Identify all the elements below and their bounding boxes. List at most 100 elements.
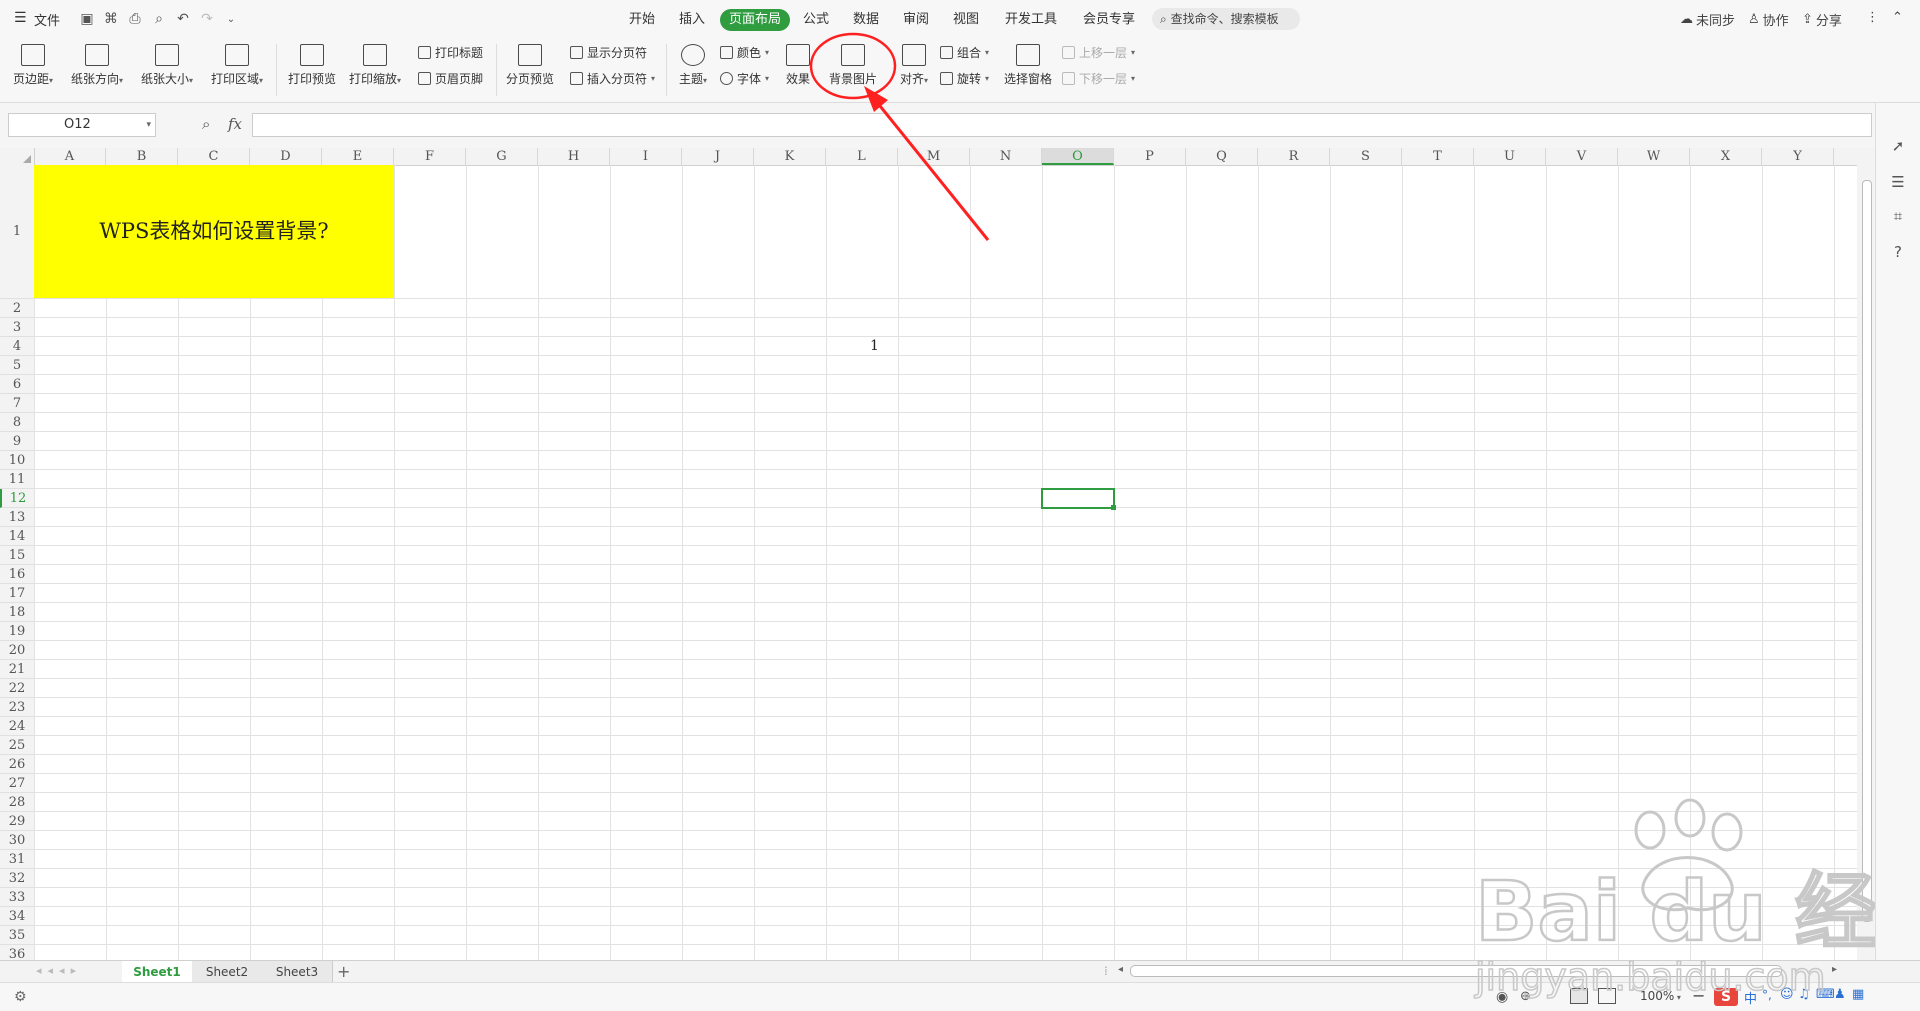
sheet-tab-sheet3[interactable]: Sheet3 bbox=[262, 961, 333, 983]
row-header-31[interactable]: 31 bbox=[0, 850, 34, 869]
scroll-left-icon[interactable]: ◂ bbox=[1118, 964, 1123, 975]
insert-page-break-button[interactable]: 插入分页符 ▾ bbox=[570, 70, 655, 87]
page-break-preview-button[interactable]: 分页预览 bbox=[502, 44, 558, 87]
row-header-25[interactable]: 25 bbox=[0, 736, 34, 755]
column-header-p[interactable]: P bbox=[1114, 148, 1186, 165]
column-header-b[interactable]: B bbox=[106, 148, 178, 165]
format-painter-icon[interactable]: ⌘ bbox=[102, 10, 120, 28]
cell-L4[interactable]: 1 bbox=[870, 338, 879, 354]
row-header-21[interactable]: 21 bbox=[0, 660, 34, 679]
row-header-20[interactable]: 20 bbox=[0, 641, 34, 660]
column-header-t[interactable]: T bbox=[1402, 148, 1474, 165]
row-header-15[interactable]: 15 bbox=[0, 546, 34, 565]
scroll-divider-icon[interactable]: ⁞ bbox=[1104, 964, 1108, 978]
redo-icon[interactable]: ↷ bbox=[198, 10, 216, 28]
show-page-breaks-checkbox[interactable]: 显示分页符 bbox=[570, 44, 647, 61]
column-header-x[interactable]: X bbox=[1690, 148, 1762, 165]
column-header-d[interactable]: D bbox=[250, 148, 322, 165]
sheet-tab-sheet2[interactable]: Sheet2 bbox=[192, 961, 263, 983]
row-header-28[interactable]: 28 bbox=[0, 793, 34, 812]
cursor-icon[interactable]: ➚ bbox=[1889, 137, 1907, 155]
save-icon[interactable]: ▣ bbox=[78, 10, 96, 28]
row-header-36[interactable]: 36 bbox=[0, 945, 34, 960]
tab-member[interactable]: 会员专享 bbox=[1074, 9, 1144, 31]
fonts-button[interactable]: 字体 ▾ bbox=[720, 70, 769, 87]
print-preview-icon[interactable]: ⌕ bbox=[150, 10, 168, 28]
row-header-34[interactable]: 34 bbox=[0, 907, 34, 926]
row-header-35[interactable]: 35 bbox=[0, 926, 34, 945]
row-header-19[interactable]: 19 bbox=[0, 622, 34, 641]
row-header-5[interactable]: 5 bbox=[0, 356, 34, 375]
column-header-k[interactable]: K bbox=[754, 148, 826, 165]
formula-input[interactable] bbox=[252, 113, 1872, 137]
row-header-3[interactable]: 3 bbox=[0, 318, 34, 337]
row-header-10[interactable]: 10 bbox=[0, 451, 34, 470]
row-header-12[interactable]: 12 bbox=[0, 489, 34, 508]
column-header-n[interactable]: N bbox=[970, 148, 1042, 165]
row-header-4[interactable]: 4 bbox=[0, 337, 34, 356]
background-image-button[interactable]: 背景图片 bbox=[824, 44, 882, 87]
margins-button[interactable]: 页边距▾ bbox=[8, 44, 58, 87]
fx-icon[interactable]: fx bbox=[228, 115, 242, 133]
theme-button[interactable]: 主题▾ bbox=[672, 44, 714, 87]
row-header-30[interactable]: 30 bbox=[0, 831, 34, 850]
print-icon[interactable]: ⎙ bbox=[126, 10, 144, 28]
column-header-o[interactable]: O bbox=[1042, 148, 1114, 165]
row-header-24[interactable]: 24 bbox=[0, 717, 34, 736]
collapse-ribbon-icon[interactable]: ⌃ bbox=[1892, 10, 1903, 25]
row-header-13[interactable]: 13 bbox=[0, 508, 34, 527]
file-menu[interactable]: 文件 bbox=[34, 10, 60, 29]
align-button[interactable]: 对齐▾ bbox=[894, 44, 934, 87]
row-header-6[interactable]: 6 bbox=[0, 375, 34, 394]
column-header-w[interactable]: W bbox=[1618, 148, 1690, 165]
sheet-nav-arrows[interactable]: ◂◂◂▸ bbox=[36, 964, 82, 977]
row-header-23[interactable]: 23 bbox=[0, 698, 34, 717]
column-header-i[interactable]: I bbox=[610, 148, 682, 165]
customize-toolbar-icon[interactable]: ⌄ bbox=[222, 10, 240, 28]
macro-icon[interactable]: ⚙ bbox=[14, 989, 27, 1005]
send-backward-button[interactable]: 下移一层 ▾ bbox=[1062, 70, 1135, 87]
row-header-17[interactable]: 17 bbox=[0, 584, 34, 603]
row-header-27[interactable]: 27 bbox=[0, 774, 34, 793]
name-box[interactable]: O12 ▾ bbox=[8, 113, 156, 137]
menu-icon[interactable]: ☰ bbox=[14, 10, 27, 26]
column-header-e[interactable]: E bbox=[322, 148, 394, 165]
sheet-tab-sheet1[interactable]: Sheet1 bbox=[122, 961, 193, 983]
column-header-u[interactable]: U bbox=[1474, 148, 1546, 165]
tab-review[interactable]: 审阅 bbox=[894, 9, 938, 31]
tab-data[interactable]: 数据 bbox=[844, 9, 888, 31]
column-header-g[interactable]: G bbox=[466, 148, 538, 165]
tab-page-layout[interactable]: 页面布局 bbox=[720, 9, 791, 31]
tab-formulas[interactable]: 公式 bbox=[794, 9, 838, 31]
merged-title-cell[interactable]: WPS表格如何设置背景? bbox=[34, 165, 394, 298]
selection-pane-button[interactable]: 选择窗格 bbox=[1002, 44, 1054, 87]
row-header-18[interactable]: 18 bbox=[0, 603, 34, 622]
crop-icon[interactable]: ⌗ bbox=[1889, 207, 1907, 225]
paper-size-button[interactable]: 纸张大小▾ bbox=[136, 44, 198, 87]
row-header-8[interactable]: 8 bbox=[0, 413, 34, 432]
row-header-2[interactable]: 2 bbox=[0, 299, 34, 318]
fill-handle[interactable] bbox=[1111, 505, 1116, 510]
select-all-corner[interactable] bbox=[0, 148, 35, 165]
group-button[interactable]: 组合 ▾ bbox=[940, 44, 989, 61]
sync-button[interactable]: ☁ 未同步 bbox=[1680, 10, 1735, 29]
column-header-r[interactable]: R bbox=[1258, 148, 1330, 165]
column-header-y[interactable]: Y bbox=[1762, 148, 1834, 165]
print-area-button[interactable]: 打印区域▾ bbox=[206, 44, 268, 87]
column-header-q[interactable]: Q bbox=[1186, 148, 1258, 165]
chevron-down-icon[interactable]: ▾ bbox=[146, 114, 151, 136]
column-header-a[interactable]: A bbox=[34, 148, 106, 165]
command-search[interactable]: ⌕ 查找命令、搜索模板 bbox=[1152, 8, 1300, 30]
row-header-11[interactable]: 11 bbox=[0, 470, 34, 489]
row-header-9[interactable]: 9 bbox=[0, 432, 34, 451]
column-header-m[interactable]: M bbox=[898, 148, 970, 165]
help-icon[interactable]: ? bbox=[1889, 243, 1907, 261]
print-scale-button[interactable]: 打印缩放▾ bbox=[344, 44, 406, 87]
rotate-button[interactable]: 旋转 ▾ bbox=[940, 70, 989, 87]
tab-insert[interactable]: 插入 bbox=[670, 9, 714, 31]
collaborate-button[interactable]: ♙ 协作 bbox=[1748, 10, 1789, 29]
tab-developer[interactable]: 开发工具 bbox=[996, 9, 1066, 31]
row-header-14[interactable]: 14 bbox=[0, 527, 34, 546]
sliders-icon[interactable]: ☰ bbox=[1889, 173, 1907, 191]
column-header-f[interactable]: F bbox=[394, 148, 466, 165]
